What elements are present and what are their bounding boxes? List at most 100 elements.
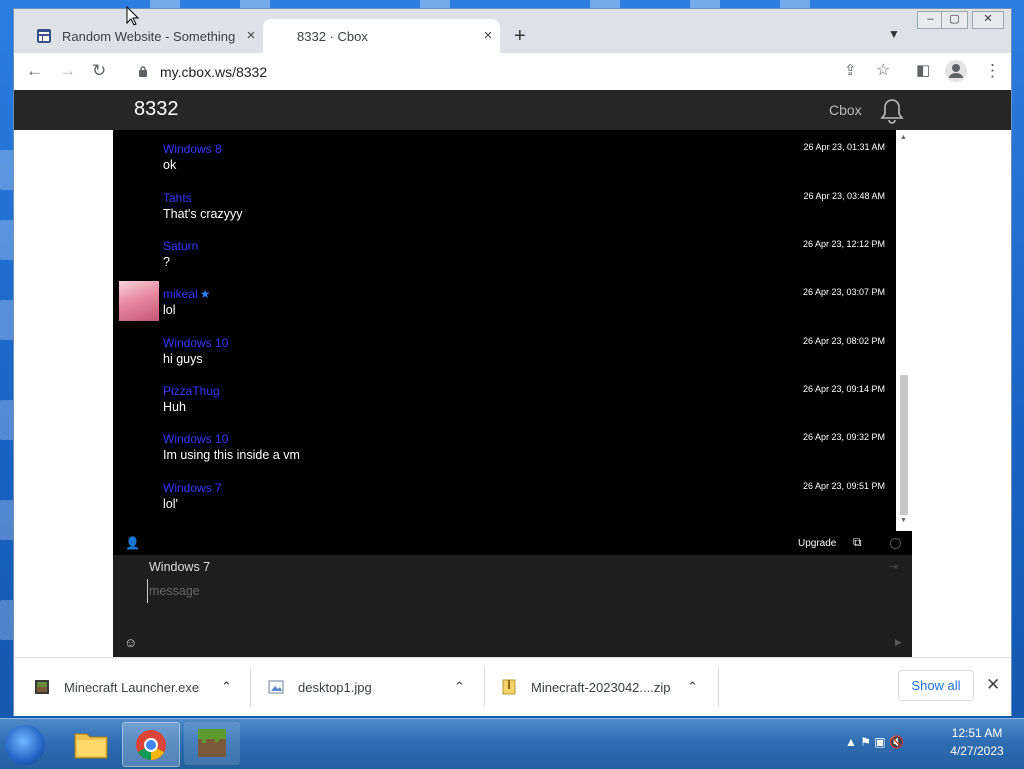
tab-cbox[interactable]: 8332 · Cbox × bbox=[263, 19, 500, 53]
message-time: 26 Apr 23, 12:12 PM bbox=[802, 239, 885, 249]
message-username[interactable]: Tahts bbox=[163, 191, 192, 205]
taskbar-minecraft[interactable] bbox=[184, 722, 240, 765]
scrollbar-thumb[interactable] bbox=[900, 375, 908, 515]
desktop-icon[interactable] bbox=[0, 150, 14, 190]
message-item: Tahts That's crazyyy 26 Apr 23, 03:48 AM bbox=[113, 191, 896, 235]
side-panel-icon[interactable]: ◧ bbox=[916, 61, 930, 81]
message-time: 26 Apr 23, 01:31 AM bbox=[803, 142, 885, 152]
tab-title: Random Website - Something bbox=[62, 28, 236, 44]
message-username[interactable]: Windows 10 bbox=[163, 432, 228, 446]
message-username[interactable]: Saturn bbox=[163, 239, 198, 253]
star-badge-icon: ★ bbox=[199, 287, 211, 301]
message-item: mikeal ★ lol 26 Apr 23, 03:07 PM bbox=[113, 281, 896, 331]
divider bbox=[484, 667, 485, 707]
menu-dots-icon[interactable]: ⋮ bbox=[984, 61, 1001, 81]
message-time: 26 Apr 23, 03:07 PM bbox=[802, 287, 885, 297]
share-icon[interactable]: ⇪ bbox=[844, 61, 857, 81]
divider bbox=[718, 667, 719, 707]
bell-icon[interactable] bbox=[880, 98, 904, 124]
address-bar[interactable]: my.cbox.ws/8332 bbox=[132, 57, 852, 86]
back-icon[interactable]: ← bbox=[26, 61, 43, 81]
show-all-button[interactable]: Show all bbox=[898, 670, 974, 701]
tab-close-icon[interactable]: × bbox=[243, 28, 259, 44]
message-text: lol bbox=[163, 303, 176, 317]
tab-random-website[interactable]: Random Website - Something × bbox=[28, 19, 263, 53]
taskbar-clock[interactable]: 12:51 AM 4/27/2023 bbox=[942, 724, 1012, 760]
message-item: PizzaThug Huh 26 Apr 23, 09:14 PM bbox=[113, 384, 896, 428]
send-icon[interactable]: ▶ bbox=[895, 637, 902, 648]
new-tab-icon[interactable]: + bbox=[514, 26, 526, 46]
box-title: 8332 bbox=[134, 98, 179, 120]
website-favicon-icon bbox=[37, 29, 51, 43]
message-username[interactable]: Windows 10 bbox=[163, 336, 228, 350]
taskbar: ▲ ⚑ ▣ 🔇 12:51 AM 4/27/2023 bbox=[0, 718, 1024, 769]
chrome-icon bbox=[136, 730, 166, 760]
tab-close-icon[interactable]: × bbox=[480, 28, 496, 44]
divider bbox=[250, 667, 251, 707]
message-item: Saturn ? 26 Apr 23, 12:12 PM bbox=[113, 239, 896, 283]
compose-area: Windows 7 ⇥ ☺ ▶ bbox=[113, 555, 912, 657]
desktop-icon[interactable] bbox=[0, 400, 14, 440]
download-filename: desktop1.jpg bbox=[298, 679, 372, 695]
cbox-brand-link[interactable]: Cbox bbox=[829, 102, 862, 118]
chevron-up-icon[interactable]: ⌃ bbox=[221, 658, 232, 716]
logout-icon[interactable]: ⇥ bbox=[889, 560, 898, 573]
desktop-icon[interactable] bbox=[0, 300, 14, 340]
maximize-icon[interactable]: ▢ bbox=[941, 11, 968, 29]
tab-search-chevron-icon[interactable]: ▼ bbox=[888, 27, 900, 41]
user-avatar[interactable] bbox=[119, 281, 159, 321]
close-downloads-icon[interactable]: ✕ bbox=[986, 675, 1000, 695]
close-window-icon[interactable]: ✕ bbox=[972, 11, 1004, 29]
message-text: ? bbox=[163, 255, 170, 269]
desktop-icon[interactable] bbox=[0, 220, 14, 260]
message-username[interactable]: mikeal ★ bbox=[163, 287, 210, 301]
download-item[interactable]: desktop1.jpg bbox=[268, 658, 458, 716]
download-item[interactable]: Minecraft-2023042....zip bbox=[501, 658, 701, 716]
download-item[interactable]: Minecraft Launcher.exe bbox=[34, 658, 244, 716]
image-file-icon bbox=[268, 680, 284, 694]
scroll-up-icon[interactable]: ▲ bbox=[900, 134, 907, 141]
clock-time: 12:51 AM bbox=[951, 726, 1003, 740]
lock-icon bbox=[139, 66, 147, 77]
minecraft-launcher-icon bbox=[35, 680, 49, 694]
user-profile-icon[interactable]: 👤 bbox=[125, 536, 140, 550]
message-input[interactable] bbox=[147, 579, 851, 603]
status-circle-icon[interactable] bbox=[890, 538, 901, 549]
minecraft-grass-block-icon bbox=[198, 729, 226, 757]
message-time: 26 Apr 23, 09:14 PM bbox=[802, 384, 885, 394]
clock-date: 4/27/2023 bbox=[950, 744, 1004, 758]
taskbar-chrome[interactable] bbox=[122, 722, 180, 767]
popout-icon[interactable]: ⧉ bbox=[853, 535, 862, 550]
chevron-up-icon[interactable]: ⌃ bbox=[454, 658, 465, 716]
bookmark-star-icon[interactable]: ☆ bbox=[876, 61, 890, 81]
emoji-icon[interactable]: ☺ bbox=[124, 635, 137, 650]
taskbar-explorer[interactable] bbox=[64, 722, 120, 765]
cbox-page: 8332 Cbox Windows 8 ok 26 Apr 23, 01:31 … bbox=[14, 90, 1011, 657]
tray-icons[interactable]: ▲ ⚑ ▣ 🔇 bbox=[845, 735, 904, 749]
start-button[interactable] bbox=[5, 725, 45, 765]
desktop-icon[interactable] bbox=[0, 500, 14, 540]
desktop-icon[interactable] bbox=[0, 600, 14, 640]
upgrade-link[interactable]: Upgrade bbox=[798, 538, 836, 549]
profile-avatar-icon[interactable] bbox=[945, 60, 967, 82]
download-filename: Minecraft Launcher.exe bbox=[64, 679, 200, 695]
minimize-icon[interactable]: ‒ bbox=[917, 11, 944, 29]
forward-icon[interactable]: → bbox=[59, 61, 76, 81]
url-text: my.cbox.ws/8332 bbox=[160, 63, 268, 80]
message-text: Im using this inside a vm bbox=[163, 448, 300, 462]
reload-icon[interactable]: ↻ bbox=[92, 61, 106, 81]
zip-file-icon bbox=[502, 679, 516, 695]
message-text: hi guys bbox=[163, 352, 203, 366]
message-username[interactable]: PizzaThug bbox=[163, 384, 220, 398]
chevron-up-icon[interactable]: ⌃ bbox=[687, 658, 698, 716]
message-username[interactable]: Windows 7 bbox=[163, 481, 222, 495]
scroll-down-icon[interactable]: ▼ bbox=[900, 517, 907, 524]
message-username[interactable]: Windows 8 bbox=[163, 142, 222, 156]
message-scrollbar[interactable]: ▲ ▼ bbox=[896, 130, 912, 531]
message-item: Windows 10 hi guys 26 Apr 23, 08:02 PM bbox=[113, 336, 896, 380]
message-time: 26 Apr 23, 08:02 PM bbox=[802, 336, 885, 346]
browser-window: Random Website - Something × 8332 · Cbox… bbox=[13, 8, 1012, 716]
message-text: ok bbox=[163, 158, 177, 172]
message-text: Huh bbox=[163, 400, 186, 414]
downloads-bar: Minecraft Launcher.exe ⌃ desktop1.jpg ⌃ … bbox=[14, 657, 1011, 716]
